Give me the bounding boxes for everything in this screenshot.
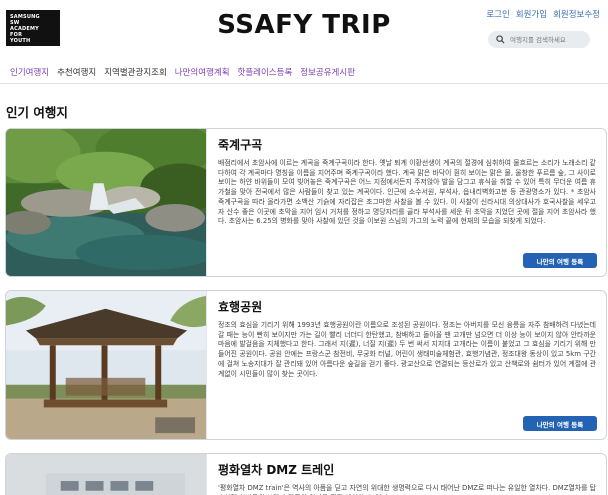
- attraction-description: '평화열차 DMZ train'은 역사의 아픔을 딛고 자연의 위대한 생명력…: [218, 484, 596, 495]
- search-icon[interactable]: [496, 35, 505, 44]
- attraction-description: 정조의 효심을 기리기 위해 1993년 효행공원이란 이름으로 조성된 공원이…: [218, 321, 596, 378]
- attraction-card: 평화열차 DMZ 트레인 '평화열차 DMZ train'은 역사의 아픔을 딛…: [5, 453, 607, 495]
- attraction-description: 배점리에서 초암사에 이르는 계곡을 죽계구곡이라 한다. 옛날 퇴계 이황선생…: [218, 159, 596, 226]
- attraction-name: 평화열차 DMZ 트레인: [218, 463, 335, 477]
- train-photo[interactable]: [6, 454, 207, 495]
- edit-profile-link[interactable]: 회원정보수정: [553, 8, 600, 20]
- valley-photo[interactable]: [6, 129, 207, 276]
- nav-recommended[interactable]: 추천여행지: [53, 64, 100, 83]
- logo[interactable]: SAMSUNG SW ACADEMY FOR YOUTH: [6, 10, 60, 46]
- add-my-trip-button[interactable]: 나만의 여행 등록: [523, 416, 597, 431]
- search-box: [488, 31, 590, 48]
- section-title: 인기 여행지: [6, 105, 68, 120]
- attraction-card: 죽계구곡 배점리에서 초암사에 이르는 계곡을 죽계구곡이라 한다. 옛날 퇴계…: [5, 128, 607, 277]
- add-my-trip-button[interactable]: 나만의 여행 등록: [523, 253, 597, 268]
- login-link[interactable]: 로그인: [486, 8, 509, 20]
- nav-my-plan[interactable]: 나만의여행계획: [171, 64, 234, 83]
- nav-region-search[interactable]: 지역별관광지조회: [100, 64, 171, 83]
- auth-links: 로그인 회원가입 회원정보수정: [486, 8, 600, 20]
- pavilion-photo[interactable]: [6, 291, 207, 439]
- signup-link[interactable]: 회원가입: [516, 8, 547, 20]
- main-nav: 인기여행지 추천여행지 지역별관광지조회 나만의여행계획 핫플레이스등록 정보공…: [0, 64, 608, 84]
- nav-popular[interactable]: 인기여행지: [6, 64, 53, 83]
- attraction-name: 죽계구곡: [218, 138, 263, 152]
- attraction-name: 효행공원: [218, 300, 263, 314]
- nav-board[interactable]: 정보공유게시판: [296, 64, 359, 83]
- nav-hotplace[interactable]: 핫플레이스등록: [234, 64, 297, 83]
- logo-line: YOUTH: [10, 38, 31, 44]
- attraction-card: 효행공원 정조의 효심을 기리기 위해 1993년 효행공원이란 이름으로 조성…: [5, 290, 607, 440]
- search-input[interactable]: [510, 35, 588, 44]
